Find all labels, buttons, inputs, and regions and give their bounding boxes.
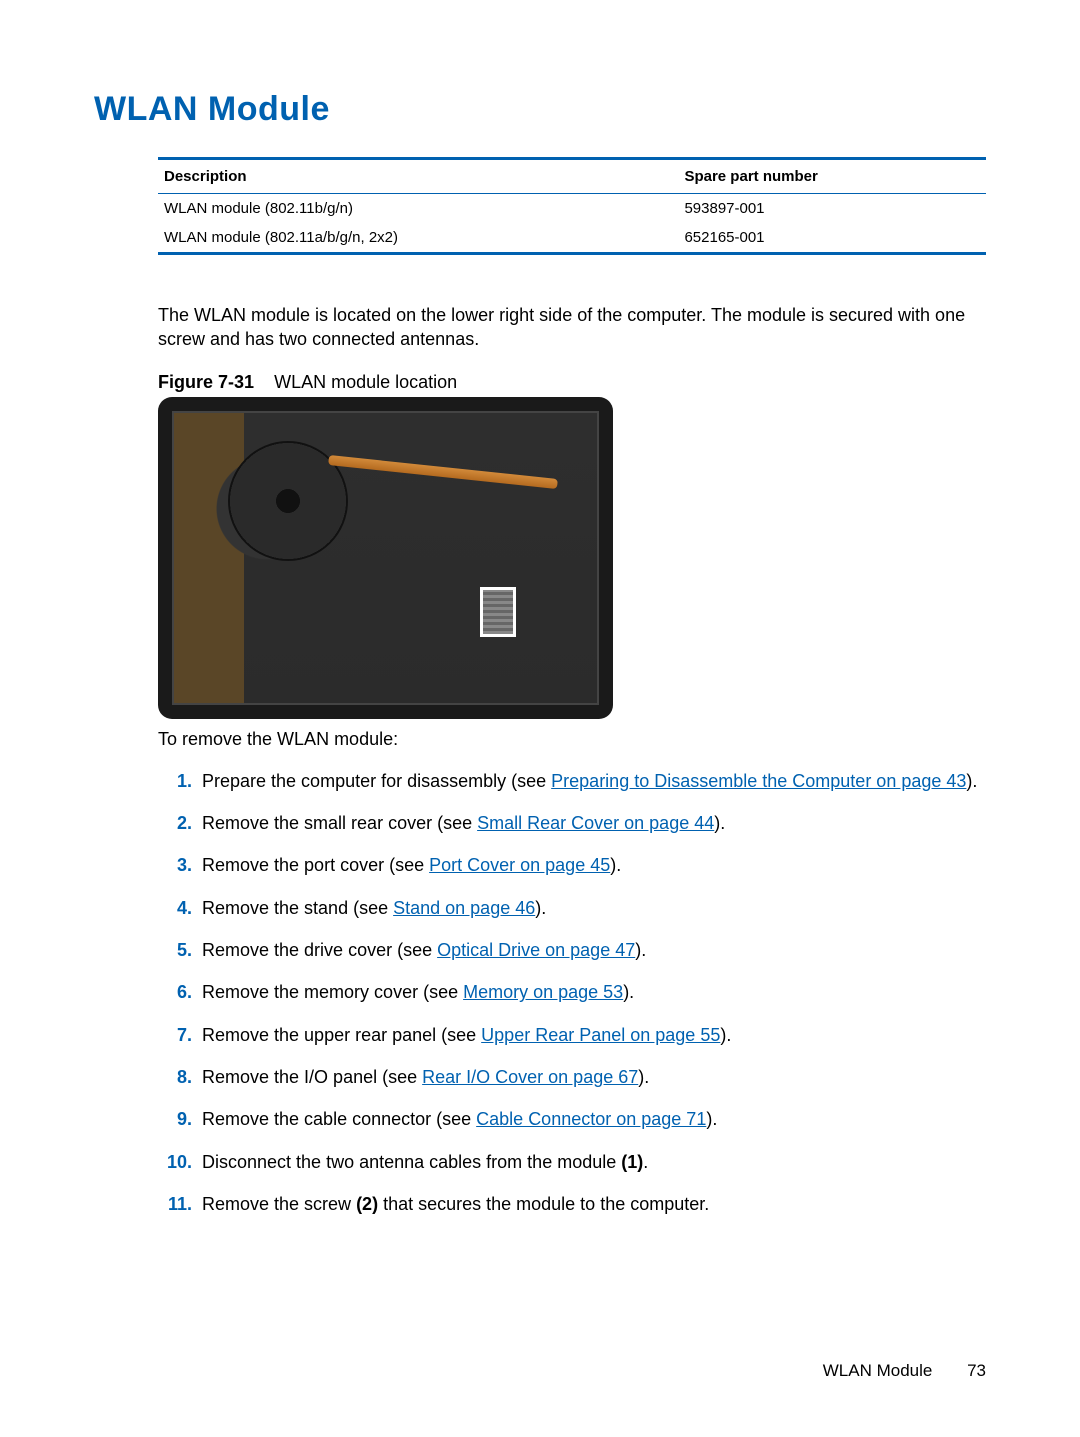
table-cell-part: 593897-001	[678, 194, 986, 224]
list-item: Remove the I/O panel (see Rear I/O Cover…	[202, 1065, 986, 1089]
page-footer: WLAN Module 73	[823, 1361, 986, 1381]
table-cell-desc: WLAN module (802.11b/g/n)	[158, 194, 678, 224]
list-item: Remove the drive cover (see Optical Driv…	[202, 938, 986, 962]
footer-section: WLAN Module	[823, 1361, 933, 1380]
table-row: WLAN module (802.11b/g/n) 593897-001	[158, 194, 986, 224]
procedure-list: Prepare the computer for disassembly (se…	[158, 769, 986, 1216]
figure-caption: Figure 7-31 WLAN module location	[158, 372, 986, 393]
xref-link[interactable]: Memory on page 53	[463, 982, 623, 1002]
table-header-part: Spare part number	[678, 159, 986, 194]
list-item: Remove the small rear cover (see Small R…	[202, 811, 986, 835]
list-item: Remove the port cover (see Port Cover on…	[202, 853, 986, 877]
xref-link[interactable]: Small Rear Cover on page 44	[477, 813, 714, 833]
table-cell-desc: WLAN module (802.11a/b/g/n, 2x2)	[158, 223, 678, 254]
xref-link[interactable]: Stand on page 46	[393, 898, 535, 918]
xref-link[interactable]: Port Cover on page 45	[429, 855, 610, 875]
list-item: Remove the cable connector (see Cable Co…	[202, 1107, 986, 1131]
table-row: WLAN module (802.11a/b/g/n, 2x2) 652165-…	[158, 223, 986, 254]
figure-image	[158, 397, 613, 719]
list-item: Remove the upper rear panel (see Upper R…	[202, 1023, 986, 1047]
callout-number: (1)	[621, 1152, 643, 1172]
page-title: WLAN Module	[94, 90, 986, 129]
page: WLAN Module Description Spare part numbe…	[0, 0, 1080, 1437]
xref-link[interactable]: Preparing to Disassemble the Computer on…	[551, 771, 966, 791]
spare-parts-table: Description Spare part number WLAN modul…	[158, 157, 986, 255]
list-item: Remove the stand (see Stand on page 46).	[202, 896, 986, 920]
figure-caption-text: WLAN module location	[274, 372, 457, 392]
table-cell-part: 652165-001	[678, 223, 986, 254]
list-item: Disconnect the two antenna cables from t…	[202, 1150, 986, 1174]
list-item: Remove the screw (2) that secures the mo…	[202, 1192, 986, 1216]
intro-paragraph: The WLAN module is located on the lower …	[158, 303, 986, 352]
list-item: Prepare the computer for disassembly (se…	[202, 769, 986, 793]
xref-link[interactable]: Optical Drive on page 47	[437, 940, 635, 960]
list-item: Remove the memory cover (see Memory on p…	[202, 980, 986, 1004]
callout-number: (2)	[356, 1194, 378, 1214]
table-header-description: Description	[158, 159, 678, 194]
xref-link[interactable]: Upper Rear Panel on page 55	[481, 1025, 720, 1045]
pre-list-text: To remove the WLAN module:	[158, 727, 986, 751]
footer-page-number: 73	[967, 1361, 986, 1380]
xref-link[interactable]: Cable Connector on page 71	[476, 1109, 706, 1129]
xref-link[interactable]: Rear I/O Cover on page 67	[422, 1067, 638, 1087]
figure-label: Figure 7-31	[158, 372, 254, 392]
